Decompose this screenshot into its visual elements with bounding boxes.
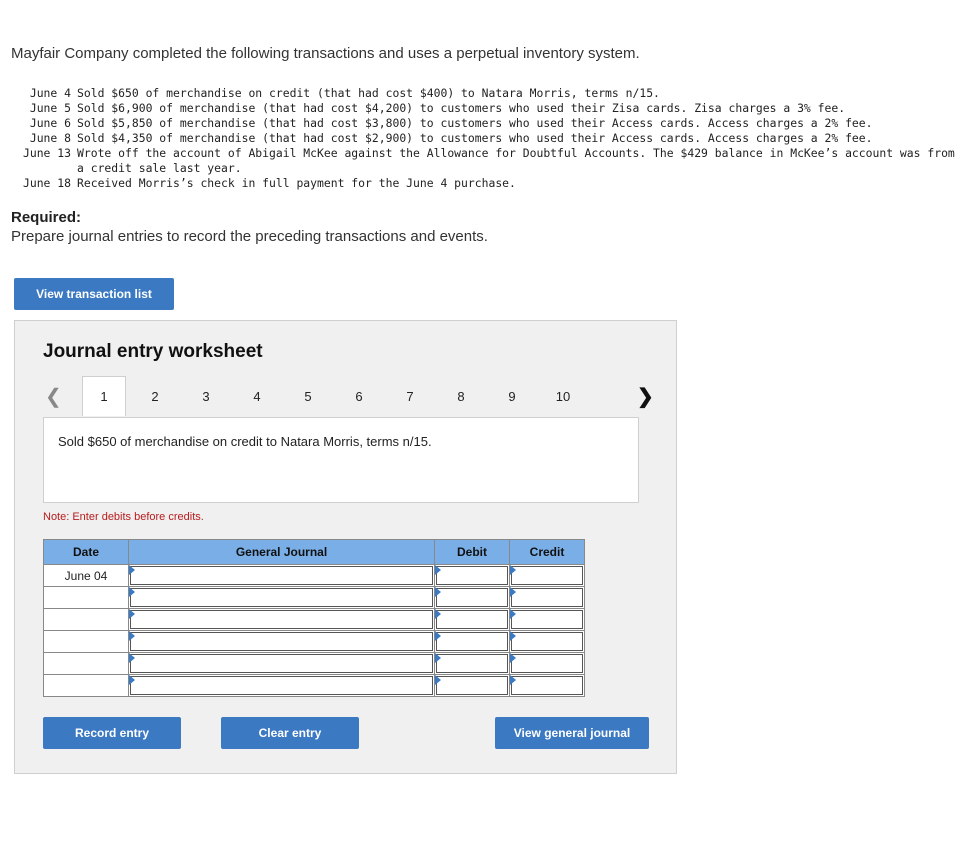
view-general-journal-button[interactable]: View general journal [495, 717, 649, 749]
view-transaction-list-button[interactable]: View transaction list [14, 278, 174, 310]
entry-pager: ❮ 1 2 3 4 5 6 7 8 9 10 ❯ [39, 376, 659, 416]
date-cell [43, 586, 129, 609]
credit-input[interactable] [509, 674, 585, 697]
dropdown-arrow-icon [510, 653, 516, 663]
journal-entry-worksheet: Journal entry worksheet ❮ 1 2 3 4 5 6 7 … [14, 320, 677, 774]
transaction-text: Sold $5,850 of merchandise (that had cos… [77, 116, 873, 130]
credit-column-header: Credit [509, 539, 585, 565]
transaction-text: Wrote off the account of Abigail McKee a… [77, 146, 955, 175]
debit-input[interactable] [434, 674, 510, 697]
record-entry-button[interactable]: Record entry [43, 717, 181, 749]
transaction-row: June 4 Sold $650 of merchandise on credit… [11, 86, 957, 101]
intro-text: Mayfair Company completed the following … [11, 45, 640, 62]
table-row [43, 652, 585, 675]
date-column-header: Date [43, 539, 129, 565]
page-tab-6[interactable]: 6 [337, 376, 381, 416]
transaction-date: June 8 [29, 131, 71, 145]
dropdown-arrow-icon [129, 631, 135, 641]
credit-input[interactable] [509, 564, 585, 587]
dropdown-arrow-icon [510, 565, 516, 575]
debit-input[interactable] [434, 652, 510, 675]
table-row [43, 630, 585, 653]
dropdown-arrow-icon [435, 609, 441, 619]
page-tab-9[interactable]: 9 [490, 376, 534, 416]
debit-input[interactable] [434, 608, 510, 631]
clear-entry-button[interactable]: Clear entry [221, 717, 359, 749]
debit-input[interactable] [434, 564, 510, 587]
required-heading: Required: [11, 209, 82, 226]
table-row: June 04 [43, 564, 585, 587]
chevron-right-icon[interactable]: ❯ [637, 384, 654, 409]
credit-input[interactable] [509, 652, 585, 675]
transaction-text: Sold $4,350 of merchandise (that had cos… [77, 131, 873, 145]
table-row [43, 586, 585, 609]
date-cell [43, 630, 129, 653]
account-select[interactable] [128, 564, 435, 587]
transaction-row: June 13 Wrote off the account of Abigail … [11, 146, 957, 176]
dropdown-arrow-icon [435, 653, 441, 663]
page-tab-8[interactable]: 8 [439, 376, 483, 416]
account-select[interactable] [128, 630, 435, 653]
transaction-row: June 5 Sold $6,900 of merchandise (that h… [11, 101, 957, 116]
credit-input[interactable] [509, 586, 585, 609]
page-tab-3[interactable]: 3 [184, 376, 228, 416]
debit-input[interactable] [434, 586, 510, 609]
account-select[interactable] [128, 652, 435, 675]
dropdown-arrow-icon [129, 653, 135, 663]
dropdown-arrow-icon [129, 565, 135, 575]
transaction-row: June 8 Sold $4,350 of merchandise (that h… [11, 131, 957, 146]
page-tab-7[interactable]: 7 [388, 376, 432, 416]
account-select[interactable] [128, 586, 435, 609]
dropdown-arrow-icon [510, 587, 516, 597]
dropdown-arrow-icon [435, 631, 441, 641]
debit-column-header: Debit [434, 539, 510, 565]
page-tab-2[interactable]: 2 [133, 376, 177, 416]
journal-table: Date General Journal Debit Credit June 0… [43, 539, 585, 697]
dropdown-arrow-icon [129, 609, 135, 619]
page-tab-5[interactable]: 5 [286, 376, 330, 416]
dropdown-arrow-icon [510, 631, 516, 641]
transaction-date: June 5 [29, 101, 71, 115]
transaction-row: June 18 Received Morris’s check in full p… [11, 176, 957, 191]
page-tab-1[interactable]: 1 [82, 376, 126, 416]
dropdown-arrow-icon [435, 587, 441, 597]
account-select[interactable] [128, 608, 435, 631]
transaction-date: June 13 [22, 146, 71, 160]
transaction-date: June 4 [29, 86, 71, 100]
page-tab-10[interactable]: 10 [541, 376, 585, 416]
credit-input[interactable] [509, 630, 585, 653]
transaction-row: June 6 Sold $5,850 of merchandise (that h… [11, 116, 957, 131]
credit-input[interactable] [509, 608, 585, 631]
dropdown-arrow-icon [510, 675, 516, 685]
transaction-date: June 18 [22, 176, 71, 190]
chevron-left-icon[interactable]: ❮ [45, 384, 62, 409]
page-tab-4[interactable]: 4 [235, 376, 279, 416]
required-text: Prepare journal entries to record the pr… [11, 228, 488, 245]
entry-description: Sold $650 of merchandise on credit to Na… [58, 434, 432, 449]
date-cell [43, 608, 129, 631]
dropdown-arrow-icon [435, 565, 441, 575]
transaction-text: Sold $6,900 of merchandise (that had cos… [77, 101, 846, 115]
date-cell [43, 674, 129, 697]
dropdown-arrow-icon [129, 675, 135, 685]
transaction-text: Received Morris’s check in full payment … [77, 176, 516, 190]
dropdown-arrow-icon [435, 675, 441, 685]
transaction-text: Sold $650 of merchandise on credit (that… [77, 86, 660, 100]
debit-credit-note: Note: Enter debits before credits. [43, 511, 204, 523]
dropdown-arrow-icon [510, 609, 516, 619]
worksheet-title: Journal entry worksheet [43, 341, 263, 362]
account-select[interactable] [128, 674, 435, 697]
table-row [43, 674, 585, 697]
dropdown-arrow-icon [129, 587, 135, 597]
transaction-date: June 6 [29, 116, 71, 130]
date-cell: June 04 [43, 564, 129, 587]
debit-input[interactable] [434, 630, 510, 653]
date-cell [43, 652, 129, 675]
table-row [43, 608, 585, 631]
general-journal-column-header: General Journal [128, 539, 435, 565]
transaction-list: June 4 Sold $650 of merchandise on credit… [11, 86, 957, 191]
entry-description-box: Sold $650 of merchandise on credit to Na… [43, 417, 639, 503]
